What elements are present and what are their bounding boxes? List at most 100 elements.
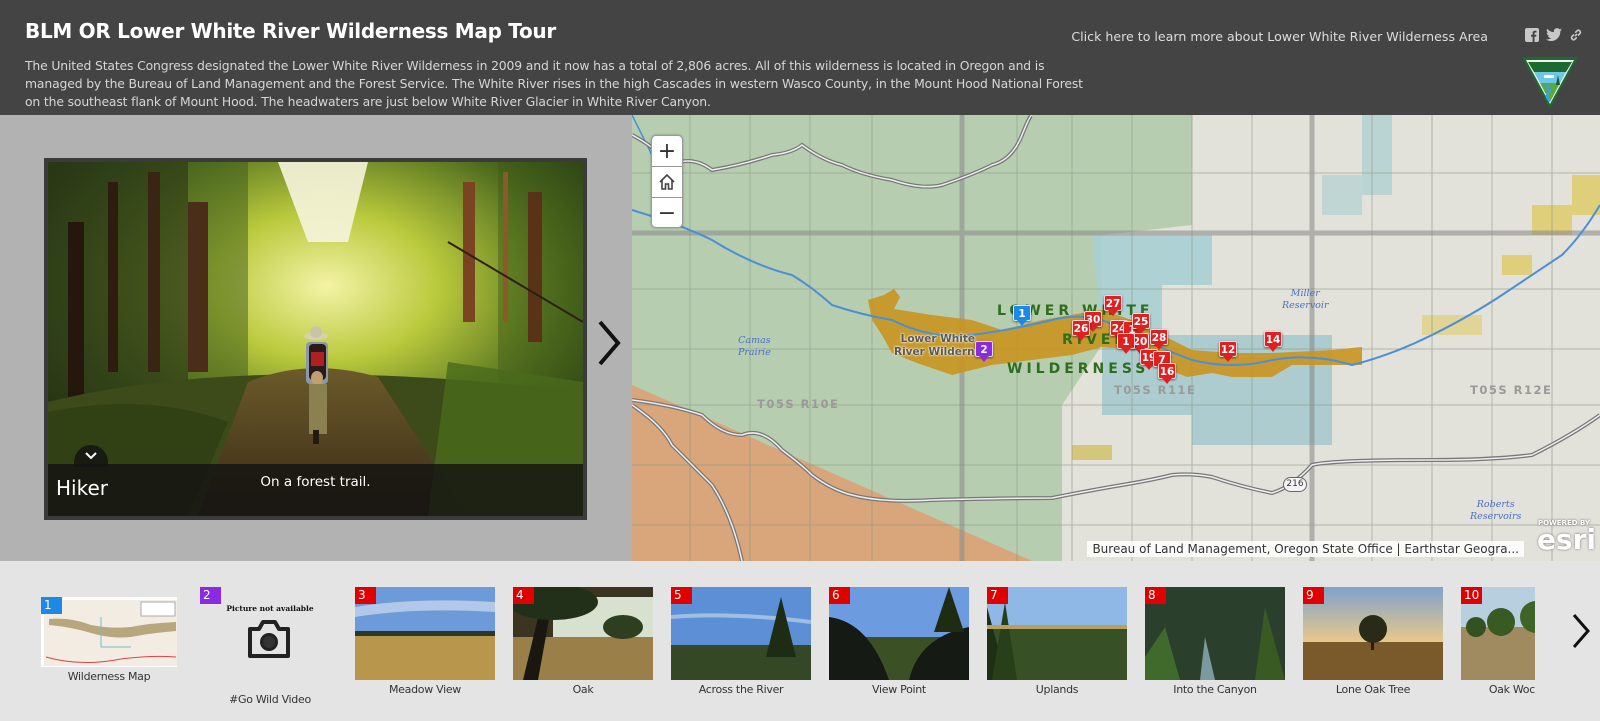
map-label-prairie: Prairie (738, 347, 771, 358)
map-label-roberts: Roberts (1476, 499, 1515, 510)
thumbnail-number: 9 (1303, 587, 1324, 604)
map-marker[interactable]: 1 (1013, 305, 1031, 327)
thumbnail-number: 4 (513, 587, 534, 604)
thumbnail-number: 6 (829, 587, 850, 604)
media-panel: Hiker On a forest trail. (0, 115, 632, 561)
marker-number: 26 (1072, 320, 1090, 336)
map-marker[interactable]: 14 (1264, 331, 1282, 353)
next-slide-button[interactable] (594, 318, 624, 368)
tour-thumbnail[interactable]: 4 Oak (513, 587, 653, 696)
chevron-right-icon (598, 320, 621, 366)
map-label-camas-prairie: Camas Prairie (738, 335, 771, 359)
map-label-reservoir: Reservoir (1282, 300, 1329, 311)
map-label-area-2: River Wilderne (894, 346, 982, 358)
tour-thumbnail[interactable]: 8 Into the Canyon (1145, 587, 1285, 696)
home-button[interactable] (652, 167, 682, 198)
tour-thumbnail[interactable]: 6 View Point (829, 587, 969, 696)
map-label-t05s-r10e: T05S R10E (757, 397, 840, 411)
learn-more-link[interactable]: Click here to learn more about Lower Whi… (1071, 29, 1488, 44)
map-marker[interactable]: 28 (1150, 329, 1168, 351)
thumbnail-image: 9 (1303, 587, 1443, 680)
thumbnail-image: 7 (987, 587, 1127, 680)
tour-thumbnail[interactable]: 5 Across the River (671, 587, 811, 696)
tour-carousel: 1 Wilderness Map 2 Picture not available #Go… (0, 561, 1600, 721)
picture-not-available-text: Picture not available (226, 604, 314, 613)
thumbnail-label: Lone Oak Tree (1335, 683, 1411, 696)
thumbnail-number: 8 (1145, 587, 1166, 604)
tour-thumbnail[interactable]: 9 Lone Oak Tree (1303, 587, 1443, 696)
page-title: BLM OR Lower White River Wilderness Map … (25, 19, 556, 43)
thumbnail-number: 3 (355, 587, 376, 604)
map-label-miller: Miller (1290, 288, 1320, 299)
esri-logo[interactable]: POWERED BY esri (1528, 519, 1596, 559)
marker-number: 12 (1219, 341, 1237, 357)
thumbnail-image: 6 (829, 587, 969, 680)
zoom-control: + − (651, 135, 683, 228)
tour-thumbnail[interactable]: 2 Picture not available #Go Wild Video (200, 587, 340, 706)
tour-thumbnail[interactable]: 1 Wilderness Map (41, 597, 177, 683)
thumbnail-label: Meadow View (388, 683, 461, 696)
chevron-right-icon (1572, 614, 1590, 648)
carousel-next-button[interactable] (1570, 611, 1592, 651)
home-icon (659, 173, 675, 190)
marker-number: 2 (975, 341, 993, 357)
tour-thumbnail[interactable]: 7 Uplands (987, 587, 1127, 696)
page-description: The United States Congress designated th… (25, 58, 1083, 109)
map-label-miller-reservoir: Miller Reservoir (1282, 288, 1328, 312)
share-buttons (1524, 27, 1584, 43)
map-label-t05s-r11e: T05S R11E (1114, 383, 1197, 397)
twitter-icon[interactable] (1546, 27, 1562, 43)
thumbnail-image: 5 (671, 587, 811, 680)
link-icon[interactable] (1568, 27, 1584, 43)
map-label-area: Lower White River Wilderne (894, 333, 982, 359)
map-label-camas: Camas (738, 335, 771, 346)
marker-number: 14 (1264, 331, 1282, 347)
thumbnail-number: 7 (987, 587, 1008, 604)
esri-text: esri (1536, 523, 1596, 556)
thumbnail-label: Uplands (1035, 683, 1079, 696)
caption-text: On a forest trail. (260, 474, 371, 490)
tour-thumbnail[interactable]: 3 Meadow View (355, 587, 495, 696)
zoom-in-button[interactable]: + (652, 136, 682, 167)
map-attribution: Bureau of Land Management, Oregon State … (1087, 541, 1524, 557)
thumbnail-label: Oak (572, 683, 594, 696)
map-marker[interactable]: 2 (975, 341, 993, 363)
map-marker[interactable]: 25 (1132, 313, 1150, 335)
facebook-icon[interactable] (1524, 27, 1540, 43)
zoom-out-button[interactable]: − (652, 198, 682, 227)
map-label-area-1: Lower White (900, 333, 976, 345)
header: BLM OR Lower White River Wilderness Map … (0, 0, 1600, 115)
thumbnail-label: Across the River (698, 683, 784, 696)
thumbnail-image: 4 (513, 587, 653, 680)
marker-number: 1 (1013, 305, 1031, 321)
highway-216-shield: 216 (1283, 477, 1307, 492)
thumbnail-number: 5 (671, 587, 692, 604)
thumbnail-number: 1 (41, 597, 62, 614)
blm-logo (1522, 57, 1578, 109)
map-marker[interactable]: 26 (1072, 320, 1090, 342)
thumbnail-label: Wilderness Map (67, 670, 151, 683)
thumbnail-image: 8 (1145, 587, 1285, 680)
marker-number: 16 (1158, 363, 1176, 379)
marker-number: 1 (1117, 333, 1135, 349)
map-label-wilderness-3: WILDERNESS (1007, 361, 1150, 377)
map-marker[interactable]: 1 (1117, 333, 1135, 355)
thumbnail-image: 10 (1461, 587, 1535, 680)
map[interactable]: + − LOWER WHITE RIVER WILDERNESS Lower W… (632, 115, 1600, 561)
map-label-t05s-r12e: T05S R12E (1470, 383, 1553, 397)
thumbnail-label: #Go Wild Video (229, 693, 311, 706)
camera-icon (248, 620, 290, 658)
thumbnail-label: View Point (872, 683, 926, 696)
marker-number: 28 (1150, 329, 1168, 345)
thumbnail-image: 3 (355, 587, 495, 680)
map-marker[interactable]: 27 (1104, 295, 1122, 317)
map-label-reservoirs: Reservoirs (1470, 511, 1522, 522)
thumbnail-image: 2 Picture not available (200, 587, 340, 680)
marker-number: 25 (1132, 313, 1150, 329)
thumbnail-number: 10 (1461, 587, 1483, 604)
map-marker[interactable]: 16 (1158, 363, 1176, 385)
hiker-photo: Hiker On a forest trail. (48, 162, 583, 516)
map-marker[interactable]: 12 (1219, 341, 1237, 363)
thumbnail-number: 2 (200, 587, 221, 604)
chevron-down-icon (85, 452, 97, 460)
